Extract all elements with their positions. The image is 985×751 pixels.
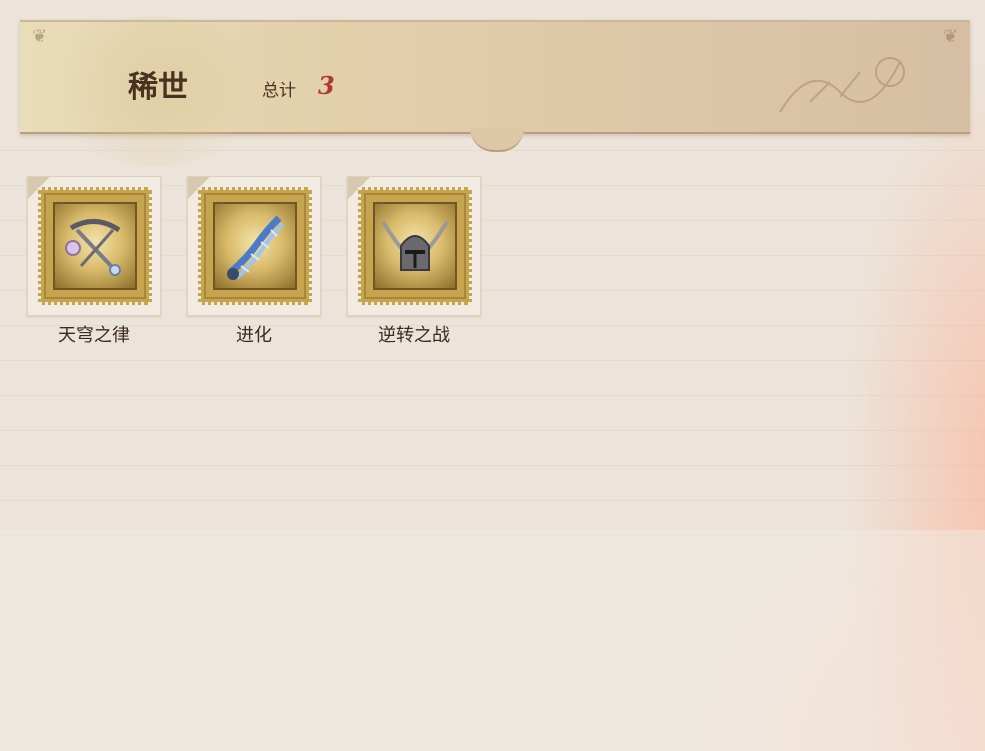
floral-decoration-icon [779,57,905,113]
dna-helix-icon [227,215,285,280]
item-stamp [358,187,472,305]
banner-tab [470,128,524,152]
chained-bow-icon [65,219,121,276]
ornament-icon: ❦ [32,26,48,47]
collection-item[interactable]: 逆转之战 [347,176,481,346]
item-card [27,176,161,316]
item-stamp [38,187,152,305]
total-count: 3 [318,71,335,100]
collection-item[interactable]: 天穹之律 [27,176,161,346]
item-stamp [198,187,312,305]
collection-item[interactable]: 进化 [187,176,321,346]
winged-helmet-icon [381,220,449,271]
ornament-icon: ❦ [942,26,958,47]
item-card [347,176,481,316]
category-banner: ❦ ❦ 稀世 总计 3 [20,16,970,166]
page-background-lower [0,530,985,751]
item-card [187,176,321,316]
item-name: 逆转之战 [378,325,450,346]
item-name: 进化 [236,325,272,346]
item-name: 天穹之律 [58,325,130,346]
category-title: 稀世 [128,70,188,105]
total-label: 总计 [262,81,296,101]
